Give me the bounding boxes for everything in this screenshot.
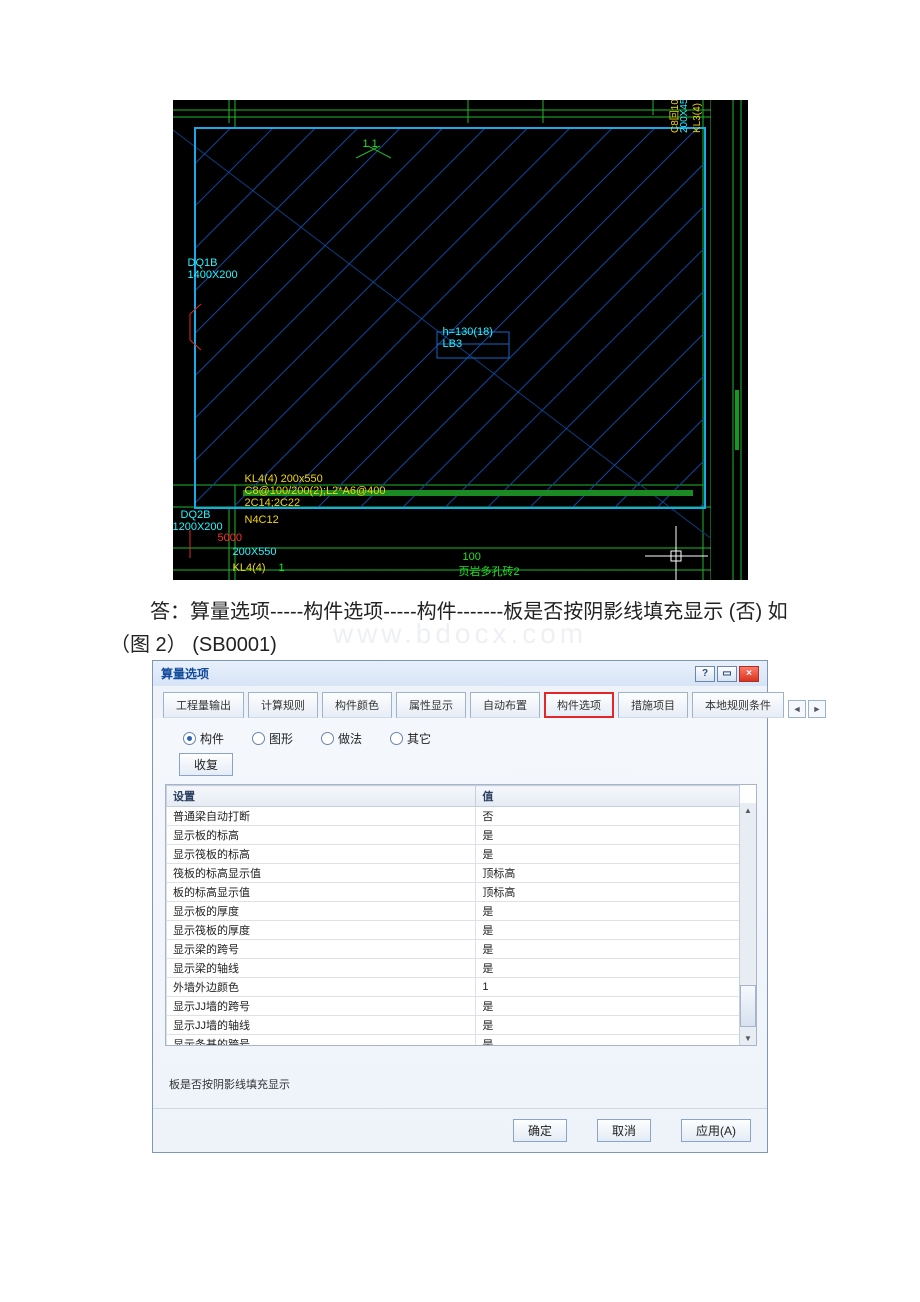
tab-bar: 工程量输出 计算规则 构件颜色 属性显示 自动布置 构件选项 措施项目 本地规则… bbox=[153, 686, 767, 718]
table-row[interactable]: 显示梁的轴线是 bbox=[167, 959, 740, 978]
table-row[interactable]: 筏板的标高显示值顶标高 bbox=[167, 864, 740, 883]
setting-cell: 显示板的标高 bbox=[167, 826, 476, 845]
col-value: 值 bbox=[476, 786, 740, 807]
cad-right-c: KL3(4) bbox=[692, 103, 703, 133]
value-cell[interactable]: 是 bbox=[476, 845, 740, 864]
value-cell[interactable]: 是 bbox=[476, 1016, 740, 1035]
cad-dim12: 1200X200 bbox=[173, 521, 223, 533]
cancel-button[interactable]: 取消 bbox=[597, 1119, 651, 1142]
cad-dim200x550: 200X550 bbox=[233, 546, 277, 558]
radio-practice[interactable]: 做法 bbox=[321, 730, 362, 747]
setting-cell: 筏板的标高显示值 bbox=[167, 864, 476, 883]
value-cell[interactable]: 是 bbox=[476, 997, 740, 1016]
setting-cell: 普通梁自动打断 bbox=[167, 807, 476, 826]
table-row[interactable]: 板的标高显示值顶标高 bbox=[167, 883, 740, 902]
cad-dq2b: DQ2B bbox=[181, 509, 211, 521]
value-cell[interactable]: 否 bbox=[476, 807, 740, 826]
ok-button[interactable]: 确定 bbox=[513, 1119, 567, 1142]
value-cell[interactable]: 顶标高 bbox=[476, 864, 740, 883]
value-cell[interactable]: 是 bbox=[476, 902, 740, 921]
table-row[interactable]: 显示板的标高是 bbox=[167, 826, 740, 845]
cad-slab: h=130(18) LB3 bbox=[443, 326, 493, 350]
setting-cell: 显示JJ墙的轴线 bbox=[167, 1016, 476, 1035]
cad-screenshot: 1 1 DQ1B 1400X200 h=130(18) LB3 KL4(4) 2… bbox=[173, 100, 748, 580]
tab-prop-display[interactable]: 属性显示 bbox=[396, 692, 466, 718]
options-dialog: 算量选项 ? ▭ × 工程量输出 计算规则 构件颜色 属性显示 自动布置 构件选… bbox=[152, 660, 768, 1153]
value-cell[interactable]: 是 bbox=[476, 959, 740, 978]
table-row[interactable]: 显示JJ墙的跨号是 bbox=[167, 997, 740, 1016]
radio-label: 其它 bbox=[407, 730, 431, 747]
cad-num1: 1 bbox=[279, 562, 285, 574]
dialog-titlebar: 算量选项 ? ▭ × bbox=[153, 661, 767, 686]
cad-shale: 页岩多孔砖2 bbox=[459, 563, 520, 579]
apply-button[interactable]: 应用(A) bbox=[681, 1119, 751, 1142]
radio-label: 做法 bbox=[338, 730, 362, 747]
cad-reb2: 2C14;2C22 bbox=[245, 497, 301, 509]
restore-button[interactable]: 收复 bbox=[179, 753, 233, 776]
scroll-up-icon[interactable]: ▲ bbox=[741, 803, 755, 817]
table-row[interactable]: 显示条基的跨号是 bbox=[167, 1035, 740, 1047]
value-cell[interactable]: 是 bbox=[476, 921, 740, 940]
value-cell[interactable]: 1 bbox=[476, 978, 740, 997]
cad-dim100: 100 bbox=[463, 551, 481, 563]
scroll-thumb[interactable] bbox=[740, 985, 756, 1027]
tab-scroll-right-icon[interactable]: ► bbox=[808, 700, 826, 718]
value-cell[interactable]: 顶标高 bbox=[476, 883, 740, 902]
value-cell[interactable]: 是 bbox=[476, 940, 740, 959]
table-row[interactable]: 显示JJ墙的轴线是 bbox=[167, 1016, 740, 1035]
tab-measures[interactable]: 措施项目 bbox=[618, 692, 688, 718]
table-row[interactable]: 显示筏板的厚度是 bbox=[167, 921, 740, 940]
tab-calc-rule[interactable]: 计算规则 bbox=[248, 692, 318, 718]
setting-cell: 显示JJ墙的跨号 bbox=[167, 997, 476, 1016]
table-row[interactable]: 显示板的厚度是 bbox=[167, 902, 740, 921]
setting-cell: 显示筏板的厚度 bbox=[167, 921, 476, 940]
cad-right-b: 200X450 bbox=[679, 100, 690, 133]
setting-cell: 显示筏板的标高 bbox=[167, 845, 476, 864]
scroll-down-icon[interactable]: ▼ bbox=[741, 1031, 755, 1045]
tab-output[interactable]: 工程量输出 bbox=[163, 692, 244, 718]
settings-grid: 设置 值 普通梁自动打断否显示板的标高是显示筏板的标高是筏板的标高显示值顶标高板… bbox=[165, 784, 757, 1046]
dialog-title-text: 算量选项 bbox=[161, 665, 209, 682]
value-cell[interactable]: 是 bbox=[476, 1035, 740, 1047]
cad-kl44a: KL4(4) bbox=[233, 562, 266, 574]
setting-cell: 显示梁的跨号 bbox=[167, 940, 476, 959]
minimize-icon[interactable]: ▭ bbox=[717, 666, 737, 682]
radio-figure[interactable]: 图形 bbox=[252, 730, 293, 747]
tab-local-rules[interactable]: 本地规则条件 bbox=[692, 692, 784, 718]
grid-scrollbar[interactable]: ▲ ▼ bbox=[739, 803, 756, 1045]
cad-reb1: C8@100/200(2);L2*A6@400 bbox=[245, 485, 386, 497]
table-row[interactable]: 显示梁的跨号是 bbox=[167, 940, 740, 959]
radio-label: 图形 bbox=[269, 730, 293, 747]
setting-cell: 板的标高显示值 bbox=[167, 883, 476, 902]
table-row[interactable]: 显示筏板的标高是 bbox=[167, 845, 740, 864]
cad-dq1b: DQ1B 1400X200 bbox=[188, 257, 238, 281]
cad-leader-values: 1 1 bbox=[363, 138, 378, 150]
setting-cell: 外墙外边颜色 bbox=[167, 978, 476, 997]
tab-auto-layout[interactable]: 自动布置 bbox=[470, 692, 540, 718]
table-row[interactable]: 普通梁自动打断否 bbox=[167, 807, 740, 826]
answer-paragraph: 答：算量选项-----构件选项-----构件-------板是否按阴影线填充显示… bbox=[110, 596, 810, 662]
dialog-footer: 确定 取消 应用(A) bbox=[153, 1108, 767, 1152]
setting-cell: 显示板的厚度 bbox=[167, 902, 476, 921]
cad-kl44b: KL4(4) 200x550 bbox=[245, 473, 323, 485]
value-cell[interactable]: 是 bbox=[476, 826, 740, 845]
tab-scroll-left-icon[interactable]: ◄ bbox=[788, 700, 806, 718]
status-line: 板是否按阴影线填充显示 bbox=[165, 1046, 755, 1098]
col-setting: 设置 bbox=[167, 786, 476, 807]
tab-comp-options[interactable]: 构件选项 bbox=[544, 692, 614, 718]
radio-component[interactable]: 构件 bbox=[183, 730, 224, 747]
cad-reb3: N4C12 bbox=[245, 514, 279, 526]
tab-comp-color[interactable]: 构件颜色 bbox=[322, 692, 392, 718]
table-row[interactable]: 外墙外边颜色1 bbox=[167, 978, 740, 997]
setting-cell: 显示条基的跨号 bbox=[167, 1035, 476, 1047]
cad-dim5000: 5000 bbox=[218, 532, 242, 544]
setting-cell: 显示梁的轴线 bbox=[167, 959, 476, 978]
radio-row: 构件 图形 做法 其它 bbox=[165, 726, 755, 749]
close-icon[interactable]: × bbox=[739, 666, 759, 682]
radio-label: 构件 bbox=[200, 730, 224, 747]
radio-other[interactable]: 其它 bbox=[390, 730, 431, 747]
help-icon[interactable]: ? bbox=[695, 666, 715, 682]
